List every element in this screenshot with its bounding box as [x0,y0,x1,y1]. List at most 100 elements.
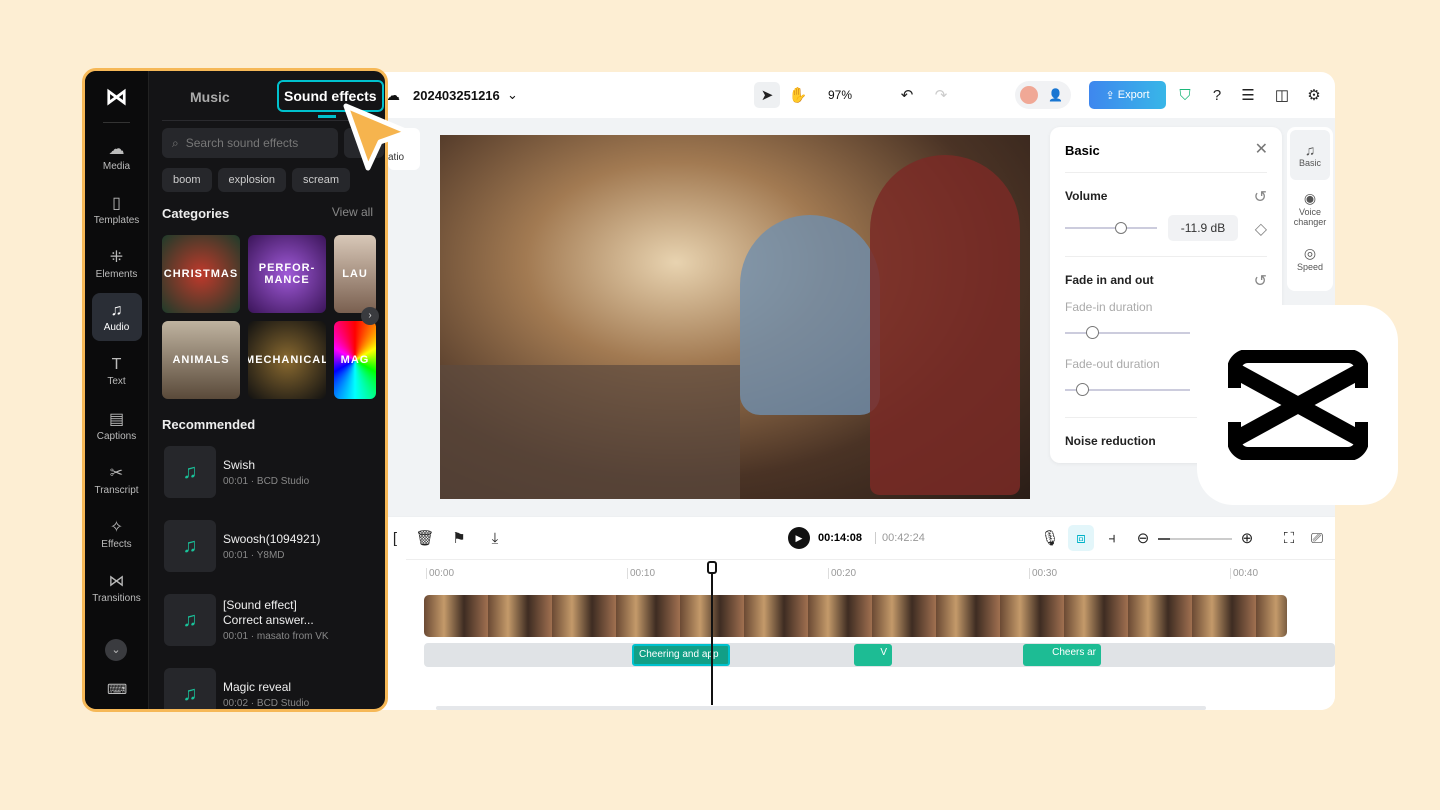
sidebar-item-label: Text [107,375,126,387]
total-time: 00:42:24 [875,532,925,544]
list-item[interactable]: ♫ [Sound effect] Correct answer... 00:01 ·… [164,593,333,647]
captions-icon: ▤ [108,410,125,428]
category-tile[interactable]: MECHANICAL [248,321,326,399]
zoom-in-icon[interactable]: ⊕ [1234,525,1260,551]
chips: boom explosion scream [162,168,356,192]
fade-label: Fade in and out [1065,273,1154,287]
search-icon: ⌕ [172,135,179,150]
keyboard-icon[interactable]: ⌨ [107,681,127,698]
undo-icon[interactable]: ↶ [894,82,920,108]
chip[interactable]: explosion [217,168,287,192]
category-tile[interactable]: MAG [334,321,376,399]
zoom-level[interactable]: 97% [828,88,852,102]
tab-label: Basic [1298,158,1321,168]
volume-slider[interactable] [1065,222,1157,234]
chevron-down-icon[interactable]: ⌄ [507,87,518,103]
list-item[interactable]: ♫ Magic reveal 00:02 · BCD Studio [164,667,309,709]
sidebar-item-media[interactable]: ☁ Media [92,131,142,179]
timeline-zoom-slider[interactable] [1158,538,1232,540]
more-button[interactable]: ⌄ [105,639,127,661]
sidebar-item-templates[interactable]: ▯ Templates [92,185,142,233]
download-icon[interactable]: ⤓ [482,525,508,551]
flag-icon[interactable]: ⚑ [446,525,472,551]
project-name[interactable]: 202403251216 [413,88,500,103]
audio-clip[interactable]: Cheers ar [1023,644,1101,666]
list-item[interactable]: ♫ Swoosh(1094921) 00:01 · Y8MD [164,519,320,573]
sidebar-item-label: Captions [96,430,137,442]
reset-fade-icon[interactable]: ↺ [1254,271,1267,291]
tab-label: Voice changer [1293,206,1327,227]
layout-icon[interactable]: ◫ [1269,82,1295,108]
tab-speed[interactable]: ◎ Speed [1287,233,1333,283]
music-note-icon: ♫ [164,668,216,709]
category-tile[interactable]: ANIMALS [162,321,240,399]
snap-icon[interactable]: ⧈ [1068,525,1094,551]
sidebar-item-effects[interactable]: ✧ Effects [92,509,142,557]
speed-icon: ◎ [1303,244,1317,261]
transitions-icon: ⋈ [108,572,125,590]
collaborators[interactable]: 👤 [1015,81,1071,109]
close-icon[interactable]: ✕ [1255,139,1268,159]
sidebar-item-transitions[interactable]: ⋈ Transitions [92,563,142,611]
layers-icon[interactable]: ☰ [1235,82,1261,108]
sidebar-item-label: Elements [95,268,138,280]
settings-icon[interactable]: ⚙ [1301,82,1327,108]
list-item[interactable]: ♫ Swish 00:01 · BCD Studio [164,445,309,499]
audio-clip[interactable]: Cheering and app [632,644,730,666]
music-note-icon: ♫ [164,594,216,646]
sidebar-item-label: Transcript [94,484,139,496]
view-all-link[interactable]: View all [332,205,373,219]
tab-voice-changer[interactable]: ◉ Voice changer [1287,183,1333,233]
search-placeholder: Search sound effects [185,136,299,150]
canvas-area: atio Basic ✕ Volume ↺ -11.9 dB ◇ Fade in… [370,118,1335,516]
sidebar-item-text[interactable]: T Text [92,347,142,395]
preview-icon[interactable]: ⎚ [1304,525,1330,551]
delete-icon[interactable]: 🗑 [412,525,438,551]
play-button[interactable]: ▶ [788,527,810,549]
tick-label: 00:40 [1230,568,1258,579]
reset-icon[interactable]: ↺ [1254,187,1267,207]
playhead[interactable] [707,561,717,705]
avatar [1020,86,1038,104]
music-icon: ♫ [110,301,123,319]
tab-basic[interactable]: ♫ Basic [1290,130,1330,180]
sidebar-item-label: Media [102,160,131,172]
video-preview[interactable] [440,135,1030,499]
shield-icon[interactable]: ⛉ [1172,82,1198,108]
fade-in-slider[interactable] [1065,326,1190,339]
fullscreen-icon[interactable]: ⛶ [1276,525,1302,551]
tick-label: 00:10 [627,568,655,579]
sidebar-item-audio[interactable]: ♫ Audio [91,293,142,341]
export-button[interactable]: ⇪ Export [1089,81,1166,109]
hand-tool-icon[interactable]: ✋ [785,82,811,108]
search-input[interactable]: ⌕ Search sound effects [162,128,338,158]
volume-value[interactable]: -11.9 dB [1168,215,1238,241]
audio-clip[interactable]: V [854,644,892,666]
help-icon[interactable]: ? [1204,82,1230,108]
horizontal-scrollbar[interactable] [436,706,1206,710]
category-tile[interactable]: PERFOR- MANCE [248,235,326,313]
music-note-icon: ♫ [164,520,216,572]
editor-window: ☁ 202403251216 ⌄ ➤ ✋ 97% ↶ ↷ 👤 ⇪ Export … [370,72,1335,710]
time-ruler[interactable]: 00:00 00:10 00:20 00:30 00:40 [406,559,1335,579]
keyframe-icon[interactable]: ◇ [1255,219,1267,239]
zoom-out-icon[interactable]: ⊖ [1130,525,1156,551]
next-arrow[interactable]: › [361,307,379,325]
sidebar-item-transcript[interactable]: ✂ Transcript [92,455,142,503]
category-tile[interactable]: CHRISTMAS [162,235,240,313]
add-user-icon: 👤 [1048,88,1063,102]
fade-out-slider[interactable] [1065,383,1190,396]
chip[interactable]: boom [162,168,212,192]
sidebar-item-label: Templates [93,214,140,226]
video-track[interactable] [424,595,1287,637]
sidebar-item-label: Audio [103,321,130,333]
tab-music[interactable]: Music [190,89,230,105]
sidebar-item-elements[interactable]: ⁜ Elements [92,239,142,287]
category-tile[interactable]: LAU [334,235,376,313]
redo-icon[interactable]: ↷ [928,82,954,108]
select-tool-icon[interactable]: ➤ [754,82,780,108]
sidebar-item-captions[interactable]: ▤ Captions [92,401,142,449]
mic-icon[interactable]: 🎙 [1037,525,1063,551]
tab-label: Speed [1296,261,1324,272]
split-view-icon[interactable]: ⫞ [1099,525,1125,551]
